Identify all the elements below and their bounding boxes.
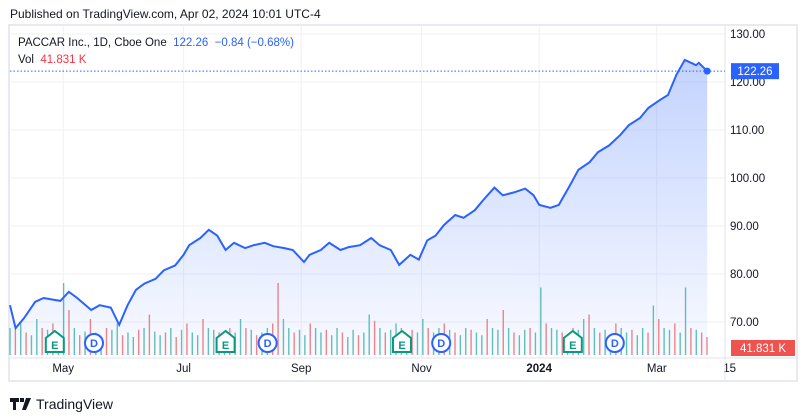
last-price-dot [703,67,711,75]
last-price: 122.26 [173,37,209,49]
chart-legend: PACCAR Inc., 1D, Cboe One 122.26 −0.84 (… [18,35,294,69]
x-tick-label: Sep [291,363,311,375]
price-change: −0.84 (−0.68%) [214,37,294,49]
volume-value: 41.831 K [40,54,87,66]
earnings-marker-label: E [222,340,229,352]
tradingview-logo-icon [10,398,31,410]
earnings-marker-label: E [51,340,58,352]
y-tick-label: 100.00 [730,173,765,185]
x-tick-label: Jul [176,363,191,375]
y-tick-label: 80.00 [730,269,759,281]
y-tick-label: 110.00 [730,125,764,137]
earnings-marker-label: E [569,340,576,352]
brand-name: TradingView [36,396,114,412]
volume-label: Vol [18,54,34,66]
y-tick-label: 130.00 [730,29,765,41]
x-tick-label: 2024 [526,363,552,375]
x-tick-label: Mar [647,363,667,375]
y-tick-label: 70.00 [730,317,759,329]
last-volume-badge-label: 41.831 K [740,343,786,355]
tradingview-logo[interactable]: TradingView [10,396,113,412]
x-tick-label: May [52,363,74,375]
dividend-marker-label: D [437,338,445,350]
dividend-marker-label: D [611,338,619,350]
y-tick-label: 90.00 [730,221,759,233]
dividend-marker-label: D [90,338,98,350]
x-tick-label: Nov [411,363,432,375]
dividend-marker-label: D [264,338,272,350]
last-price-badge-label: 122.26 [737,66,772,78]
symbol-label: PACCAR Inc., 1D, Cboe One [18,37,167,49]
earnings-marker-label: E [398,340,405,352]
price-area [10,59,708,356]
